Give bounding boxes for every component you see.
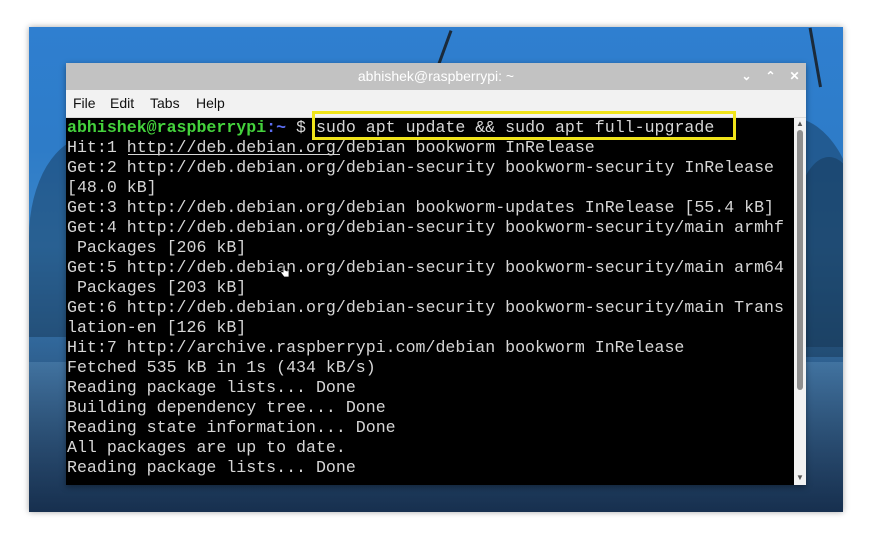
output-line: Hit:7 http://archive.raspberrypi.com/deb… [67, 338, 685, 357]
output-line: Hit:1 http://deb.debian.org/debian bookw… [67, 138, 595, 157]
prompt-path: :~ [266, 118, 287, 137]
prompt-symbol: $ [286, 118, 307, 137]
output-line: Fetched 535 kB in 1s (434 kB/s) [67, 358, 376, 377]
menu-help[interactable]: Help [196, 90, 225, 117]
output-line: lation-en [126 kB] [67, 318, 247, 337]
menu-tabs[interactable]: Tabs [150, 90, 180, 117]
maximize-icon[interactable]: ⌃ [761, 67, 780, 86]
wallpaper-mast [808, 27, 822, 88]
output-line: Get:6 http://deb.debian.org/debian-secur… [67, 298, 784, 317]
title-bar[interactable]: abhishek@raspberrypi: ~ ⌄ ⌃ ✕ [66, 63, 806, 90]
scroll-down-icon[interactable]: ▼ [794, 473, 806, 483]
output-line: Reading state information... Done [67, 418, 396, 437]
menu-file[interactable]: File [73, 90, 96, 117]
output-line: Reading package lists... Done [67, 458, 356, 477]
hover-link-underline [128, 154, 340, 155]
close-icon[interactable]: ✕ [785, 67, 804, 86]
output-line: Get:5 http://deb.debian.org/debian-secur… [67, 258, 784, 277]
prompt-user: abhishek@raspberrypi [67, 118, 267, 137]
command-highlight-box [312, 111, 736, 140]
menu-edit[interactable]: Edit [110, 90, 134, 117]
output-line: All packages are up to date. [67, 438, 346, 457]
output-line: Packages [203 kB] [67, 278, 247, 297]
output-line: Building dependency tree... Done [67, 398, 386, 417]
output-line: Reading package lists... Done [67, 378, 356, 397]
output-line: Packages [206 kB] [67, 238, 247, 257]
vertical-scrollbar[interactable]: ▲ ▼ [794, 118, 806, 485]
hand-cursor-icon [280, 264, 290, 278]
minimize-icon[interactable]: ⌄ [737, 67, 756, 86]
output-line: Get:2 http://deb.debian.org/debian-secur… [67, 158, 775, 177]
output-line: [48.0 kB] [67, 178, 157, 197]
output-line: Get:4 http://deb.debian.org/debian-secur… [67, 218, 784, 237]
scroll-up-icon[interactable]: ▲ [794, 119, 806, 129]
output-line: Get:3 http://deb.debian.org/debian bookw… [67, 198, 775, 217]
terminal-output[interactable]: abhishek@raspberrypi:~ $ sudo apt update… [66, 118, 794, 485]
scrollbar-thumb[interactable] [797, 130, 803, 390]
window-title: abhishek@raspberrypi: ~ [357, 68, 515, 84]
